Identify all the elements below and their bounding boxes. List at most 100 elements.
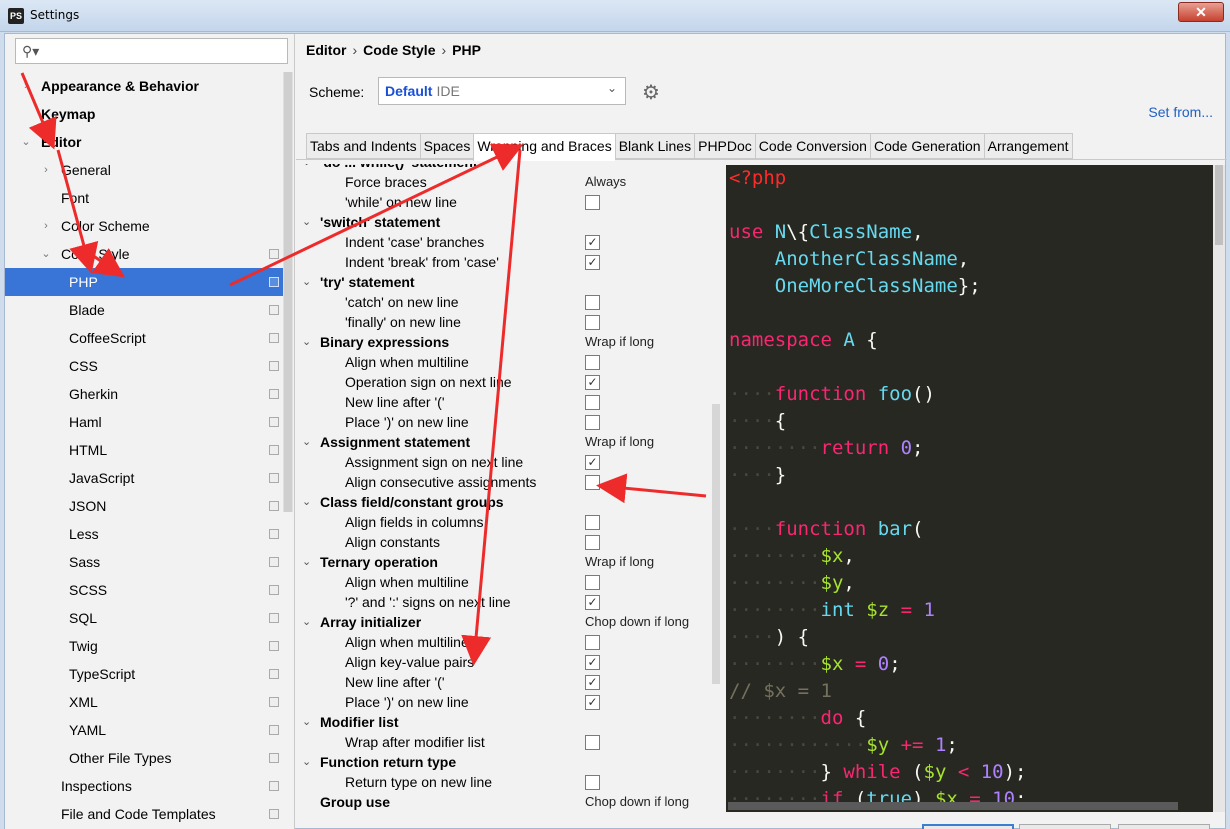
sidebar-item-general[interactable]: › General [5, 156, 283, 184]
option-group-binary-expressions[interactable]: ⌄ Binary expressions Wrap if long [296, 332, 716, 352]
sidebar-item-coffeescript[interactable]: CoffeeScript [5, 324, 283, 352]
option-group-class-field-constant-groups[interactable]: ⌄ Class field/constant groups [296, 492, 716, 512]
tab-wrapping-and-braces[interactable]: Wrapping and Braces [473, 133, 615, 161]
sidebar-item-font[interactable]: Font [5, 184, 283, 212]
chevron-down-icon[interactable]: ⌄ [302, 272, 311, 292]
option-checkbox[interactable] [585, 315, 600, 330]
option-checkbox[interactable] [585, 575, 600, 590]
sidebar-item-code-style[interactable]: ⌄ Code Style [5, 240, 283, 268]
tab-blank-lines[interactable]: Blank Lines [614, 133, 695, 159]
sidebar-item-typescript[interactable]: TypeScript [5, 660, 283, 688]
option-checkbox[interactable] [585, 535, 600, 550]
close-button[interactable]: ✕ [1178, 2, 1224, 22]
sidebar-item-html[interactable]: HTML [5, 436, 283, 464]
option-checkbox[interactable]: ✓ [585, 255, 600, 270]
option-group-switch-statement[interactable]: ⌄ 'switch' statement [296, 212, 716, 232]
chevron-down-icon[interactable]: ⌄ [302, 212, 311, 232]
sidebar-item-php[interactable]: PHP [5, 268, 283, 296]
option-checkbox[interactable]: ✓ [585, 655, 600, 670]
sidebar-item-color-scheme[interactable]: › Color Scheme [5, 212, 283, 240]
sidebar-item-gherkin[interactable]: Gherkin [5, 380, 283, 408]
tab-spaces[interactable]: Spaces [419, 133, 474, 159]
tab-code-conversion[interactable]: Code Conversion [754, 133, 870, 159]
option-group-do-while-statement[interactable]: ⌄ 'do ... while()' statement [296, 164, 716, 172]
sidebar-item-sql[interactable]: SQL [5, 604, 283, 632]
option-group-modifier-list[interactable]: ⌄ Modifier list [296, 712, 716, 732]
sidebar-item-less[interactable]: Less [5, 520, 283, 548]
option-group-ternary-operation[interactable]: ⌄ Ternary operation Wrap if long [296, 552, 716, 572]
option-checkbox[interactable]: ✓ [585, 235, 600, 250]
sidebar-item-file-and-code-templates[interactable]: File and Code Templates [5, 800, 283, 828]
gear-icon[interactable]: ⚙ [642, 80, 660, 105]
tab-tabs-and-indents[interactable]: Tabs and Indents [306, 133, 420, 159]
option-checkbox[interactable] [585, 355, 600, 370]
option-checkbox[interactable] [585, 415, 600, 430]
option-checkbox[interactable] [585, 475, 600, 490]
option-value-dropdown[interactable]: Chop down if long [585, 612, 689, 632]
sidebar-item-json[interactable]: JSON [5, 492, 283, 520]
option-checkbox[interactable]: ✓ [585, 455, 600, 470]
chevron-down-icon[interactable]: ⌄ [39, 240, 53, 268]
sidebar-item-yaml[interactable]: YAML [5, 716, 283, 744]
option-group-array-initializer[interactable]: ⌄ Array initializer Chop down if long [296, 612, 716, 632]
option-group-assignment-statement[interactable]: ⌄ Assignment statement Wrap if long [296, 432, 716, 452]
sidebar-item-blade[interactable]: Blade [5, 296, 283, 324]
option-checkbox[interactable]: ✓ [585, 695, 600, 710]
option-checkbox[interactable] [585, 635, 600, 650]
chevron-down-icon[interactable]: ⌄ [19, 128, 33, 156]
option-value-dropdown[interactable]: Always [585, 172, 626, 192]
option-checkbox[interactable] [585, 515, 600, 530]
chevron-right-icon[interactable]: › [19, 72, 33, 100]
sidebar-item-twig[interactable]: Twig [5, 632, 283, 660]
chevron-down-icon[interactable]: ⌄ [302, 712, 311, 732]
chevron-down-icon[interactable]: ⌄ [302, 332, 311, 352]
sidebar-item-css[interactable]: CSS [5, 352, 283, 380]
sidebar-item-xml[interactable]: XML [5, 688, 283, 716]
sidebar-scrollbar[interactable] [283, 72, 293, 512]
set-from-link[interactable]: Set from... [1148, 104, 1213, 120]
option-checkbox[interactable] [585, 735, 600, 750]
sidebar-item-editor[interactable]: ⌄ Editor [5, 128, 283, 156]
preview-scroll-thumb[interactable] [1215, 165, 1223, 245]
sidebar-item-appearance-behavior[interactable]: › Appearance & Behavior [5, 72, 283, 100]
tab-arrangement[interactable]: Arrangement [983, 133, 1073, 159]
option-value-dropdown[interactable]: Wrap if long [585, 432, 654, 452]
option-value-dropdown[interactable]: Wrap if long [585, 552, 654, 572]
chevron-right-icon[interactable]: › [39, 212, 53, 240]
cancel-button[interactable] [1019, 824, 1111, 829]
option-group-group-use[interactable]: Group use Chop down if long [296, 792, 716, 812]
sidebar-item-sass[interactable]: Sass [5, 548, 283, 576]
option-group-function-return-type[interactable]: ⌄ Function return type [296, 752, 716, 772]
option-checkbox[interactable]: ✓ [585, 675, 600, 690]
chevron-right-icon[interactable]: › [39, 156, 53, 184]
option-checkbox[interactable] [585, 775, 600, 790]
preview-scrollbar[interactable] [1213, 165, 1225, 812]
ok-button[interactable] [922, 824, 1014, 829]
option-value-dropdown[interactable]: Chop down if long [585, 792, 689, 812]
option-checkbox[interactable]: ✓ [585, 375, 600, 390]
chevron-down-icon[interactable]: ⌄ [302, 552, 311, 572]
tab-phpdoc[interactable]: PHPDoc [694, 133, 755, 159]
sidebar-item-keymap[interactable]: Keymap [5, 100, 283, 128]
option-group-try-statement[interactable]: ⌄ 'try' statement [296, 272, 716, 292]
sidebar-item-inspections[interactable]: Inspections [5, 772, 283, 800]
search-input[interactable]: ⚲▾ [15, 38, 288, 64]
sidebar-item-other-file-types[interactable]: Other File Types [5, 744, 283, 772]
sidebar-item-haml[interactable]: Haml [5, 408, 283, 436]
tab-code-generation[interactable]: Code Generation [869, 133, 984, 159]
chevron-down-icon[interactable]: ⌄ [302, 752, 311, 772]
chevron-down-icon[interactable]: ⌄ [302, 432, 311, 452]
preview-horizontal-scrollbar[interactable] [728, 802, 1178, 810]
sidebar-scroll-thumb[interactable] [284, 72, 292, 512]
option-checkbox[interactable] [585, 295, 600, 310]
chevron-down-icon[interactable]: ⌄ [302, 492, 311, 512]
chevron-down-icon[interactable]: ⌄ [302, 164, 311, 172]
option-checkbox[interactable]: ✓ [585, 595, 600, 610]
sidebar-item-javascript[interactable]: JavaScript [5, 464, 283, 492]
option-checkbox[interactable] [585, 395, 600, 410]
apply-button[interactable] [1118, 824, 1210, 829]
options-scrollbar[interactable] [712, 404, 720, 684]
option-value-dropdown[interactable]: Wrap if long [585, 332, 654, 352]
scheme-dropdown[interactable]: Default IDE ⌄ [378, 77, 626, 105]
sidebar-item-scss[interactable]: SCSS [5, 576, 283, 604]
